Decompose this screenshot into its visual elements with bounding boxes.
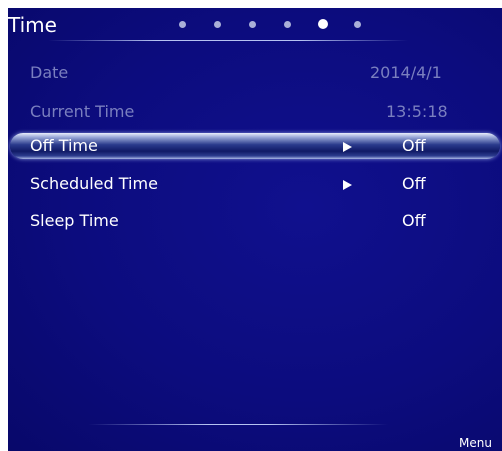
time-settings-panel: Time Date 2014/4/1 Current Time 13:5:18 …	[8, 8, 502, 451]
header-divider	[48, 40, 408, 41]
footer-divider	[88, 424, 388, 425]
setting-row-sleep-time[interactable]: Sleep Time Off	[8, 206, 502, 238]
setting-label: Off Time	[30, 136, 98, 155]
setting-row-date: Date 2014/4/1	[8, 58, 502, 90]
page-dot	[284, 21, 291, 28]
setting-row-current-time: Current Time 13:5:18	[8, 97, 502, 129]
setting-label: Scheduled Time	[30, 174, 158, 193]
setting-label: Sleep Time	[30, 211, 119, 230]
setting-label: Current Time	[30, 102, 135, 121]
setting-row-scheduled-time[interactable]: Scheduled Time Off	[8, 169, 502, 201]
play-arrow-icon	[343, 180, 352, 190]
page-dot	[354, 21, 361, 28]
setting-value: Off	[402, 136, 426, 155]
menu-hint[interactable]: Menu	[459, 436, 492, 450]
setting-row-off-time[interactable]: Off Time Off	[8, 131, 502, 163]
play-arrow-icon	[343, 142, 352, 152]
setting-value: 2014/4/1	[370, 63, 442, 82]
page-dot	[249, 21, 256, 28]
page-dot-active	[318, 19, 328, 29]
setting-value: Off	[402, 174, 426, 193]
page-dot	[214, 21, 221, 28]
page-dot	[179, 21, 186, 28]
setting-value: 13:5:18	[386, 102, 448, 121]
page-title: Time	[8, 13, 57, 37]
setting-label: Date	[30, 63, 69, 82]
setting-value: Off	[402, 211, 426, 230]
